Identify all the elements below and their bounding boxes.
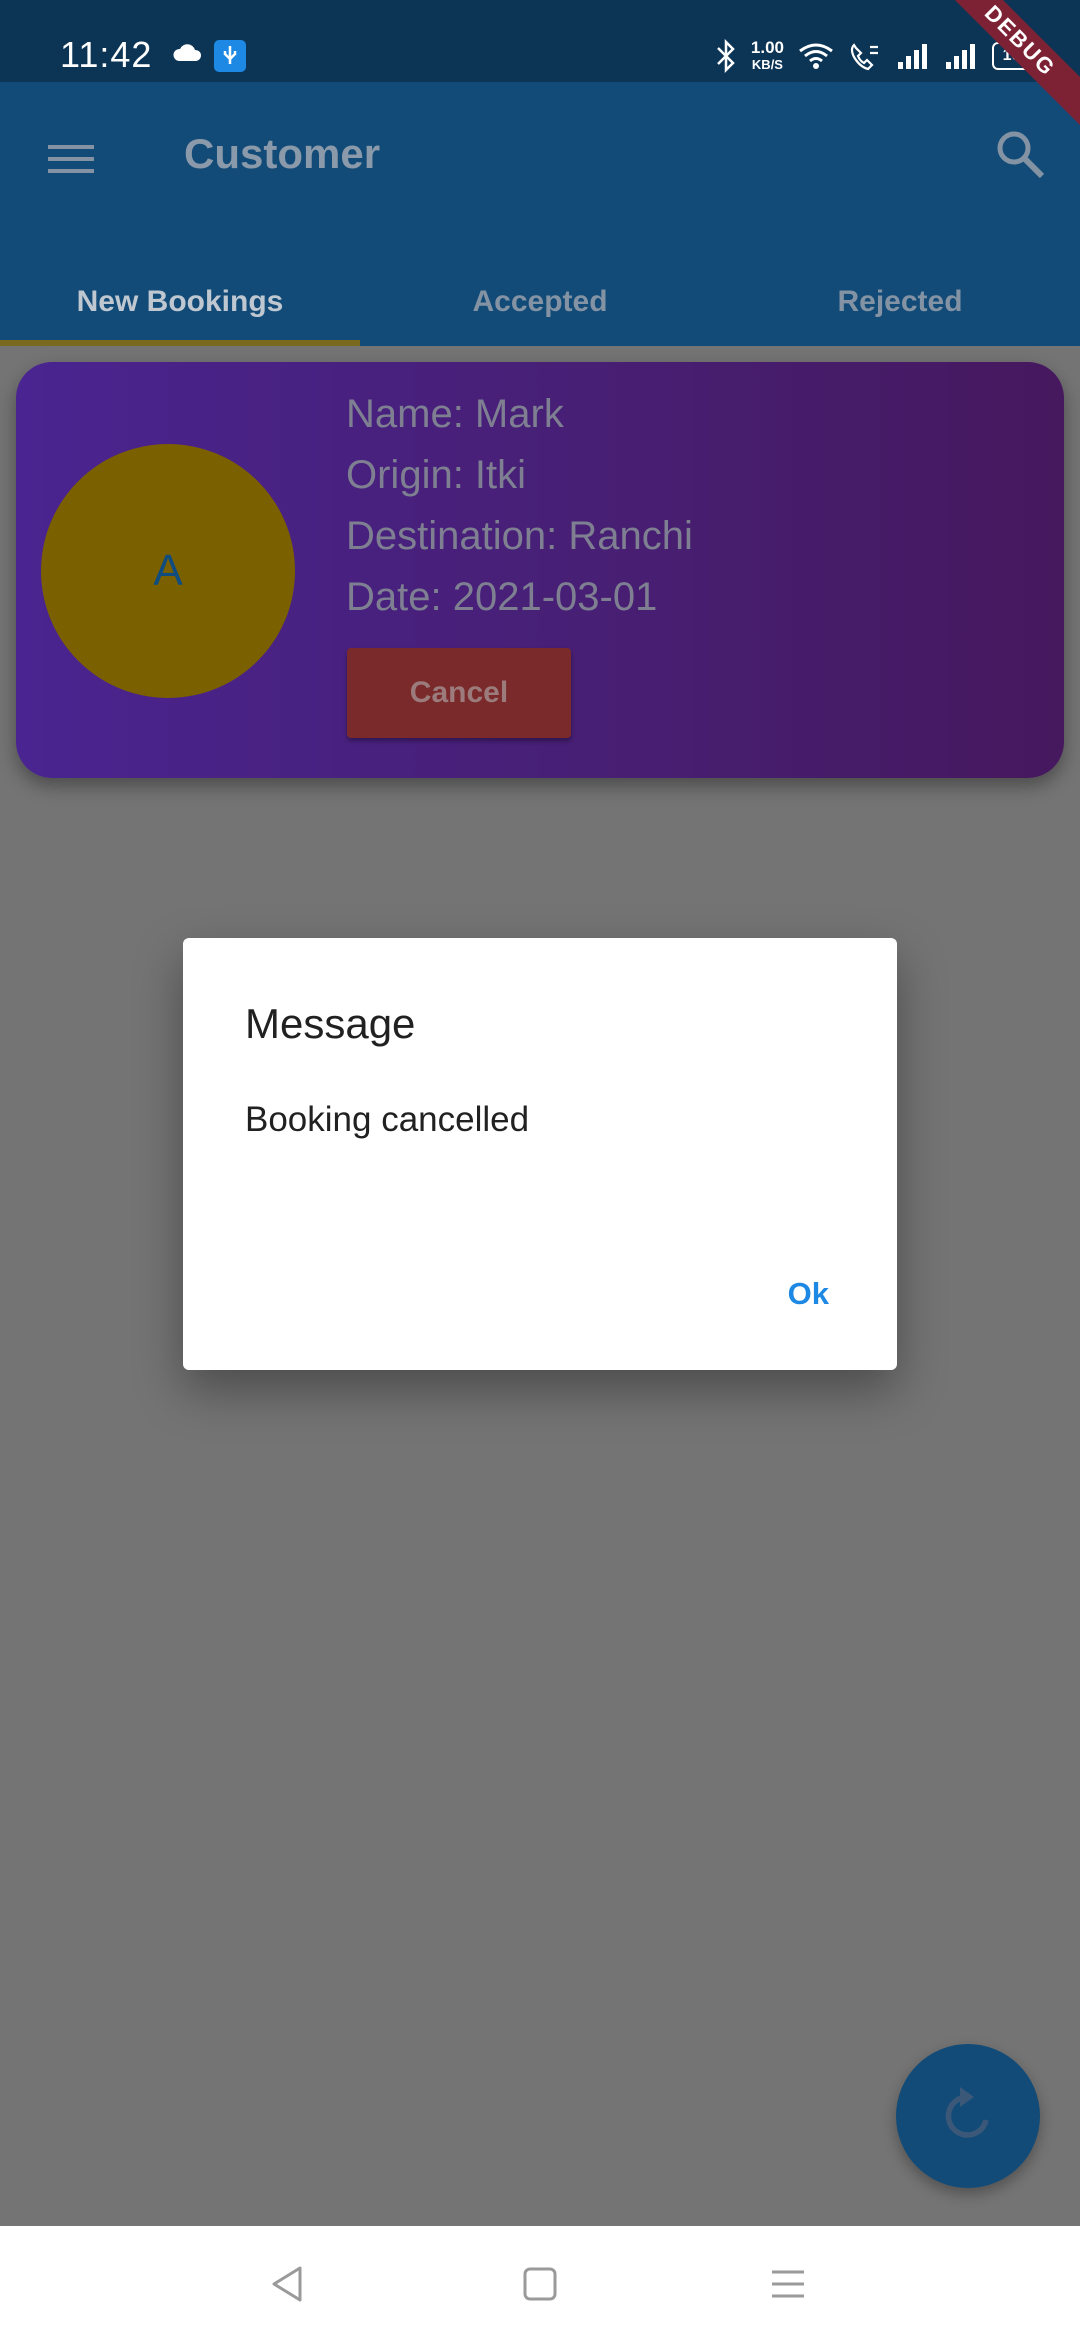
back-triangle-icon[interactable] [266, 2262, 310, 2306]
refresh-icon [945, 2087, 989, 2138]
message-dialog: Message Booking cancelled Ok [183, 938, 897, 1370]
page-title: Customer [184, 130, 381, 177]
ok-button[interactable]: Ok [776, 1268, 841, 1320]
cloud-icon [173, 44, 202, 61]
network-rate: 1.00 KB/S [751, 39, 784, 73]
bluetooth-icon [717, 39, 735, 73]
avatar: A [41, 444, 295, 698]
booking-destination: Destination: Ranchi [346, 514, 693, 558]
tab-label: New Bookings [76, 285, 284, 318]
status-icons: 1.00 KB/S 100 [715, 36, 1040, 76]
dialog-message: Booking cancelled [245, 1100, 530, 1139]
signal-sim1-icon [898, 44, 927, 69]
status-bar: 11:42 1.00 KB/S 100 [0, 0, 1080, 145]
booking-date: Date: 2021-03-01 [346, 575, 658, 619]
booking-origin: Origin: Itki [346, 453, 527, 497]
refresh-button[interactable] [896, 2044, 1040, 2188]
usb-icon [214, 40, 246, 72]
network-rate-value: 1.00 [750, 38, 784, 57]
tab-new-bookings[interactable]: New Bookings [0, 258, 360, 346]
tab-accepted[interactable]: Accepted [360, 258, 720, 346]
booking-card: A Name: Mark Origin: Itki Destination: R… [16, 362, 1064, 778]
tab-label: Rejected [837, 285, 963, 318]
cancel-button[interactable]: Cancel [347, 648, 571, 738]
network-rate-unit: KB/S [751, 57, 783, 72]
system-nav-bar [0, 2226, 1080, 2340]
app-bar: Customer New Bookings Accepted Rejected [0, 82, 1080, 346]
home-square-icon[interactable] [518, 2262, 562, 2306]
status-time: 11:42 [60, 34, 153, 75]
dialog-title: Message [245, 1000, 416, 1047]
tab-indicator [0, 340, 360, 346]
wifi-icon [799, 43, 833, 69]
search-icon[interactable] [992, 126, 1048, 182]
tab-bar: New Bookings Accepted Rejected [0, 258, 1080, 346]
booking-details: Name: Mark Origin: Itki Destination: Ran… [346, 384, 693, 628]
menu-icon[interactable] [46, 134, 96, 184]
tab-label: Accepted [472, 285, 608, 318]
booking-name: Name: Mark [346, 392, 564, 436]
volte-call-icon [850, 43, 878, 71]
recents-lines-icon[interactable] [766, 2262, 810, 2306]
tab-rejected[interactable]: Rejected [720, 258, 1080, 346]
signal-sim2-icon [946, 44, 975, 69]
